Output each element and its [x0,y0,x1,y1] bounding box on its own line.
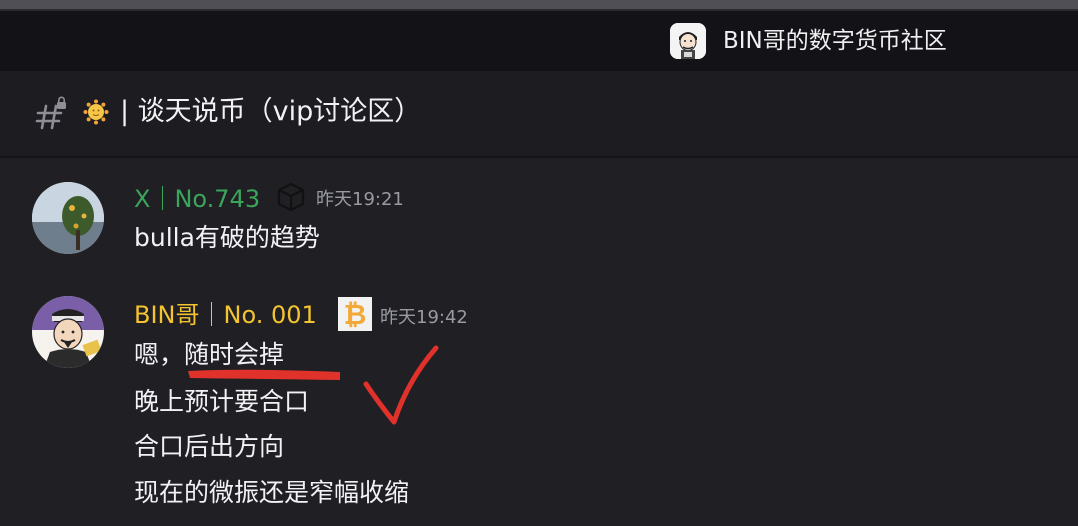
message-author[interactable]: BIN哥｜No. 001 [134,298,317,332]
discord-window: BIN哥的数字货币社区 | 谈天说币（vip讨论区） X｜No.743 昨天19… [0,0,1078,526]
sun-emoji [83,99,109,125]
server-avatar-icon[interactable] [670,23,706,59]
message-author[interactable]: X｜No.743 [134,182,260,216]
window-top-strip [0,0,1078,9]
message-timestamp: 昨天19:42 [380,307,468,328]
user-avatar-x[interactable] [32,182,104,254]
message-timestamp: 昨天19:21 [316,189,404,210]
locked-hash-icon [34,96,70,132]
message-text-line: bulla有破的趋势 [134,223,320,252]
server-header-edge [0,9,1078,11]
server-name[interactable]: BIN哥的数字货币社区 [723,25,947,57]
svg-text:₿: ₿ [344,298,367,331]
message-text-line: 嗯，随时会掉 [134,340,285,369]
message-text-line: 晚上预计要合口 [134,387,310,416]
message-text-line: 现在的微振还是窄幅收缩 [134,478,410,507]
cube-icon [275,181,307,213]
message-text-line: 合口后出方向 [134,432,285,461]
bitcoin-icon: ₿ [338,297,372,331]
user-avatar-bin[interactable] [32,296,104,368]
channel-name: | 谈天说币（vip讨论区） [120,96,422,127]
